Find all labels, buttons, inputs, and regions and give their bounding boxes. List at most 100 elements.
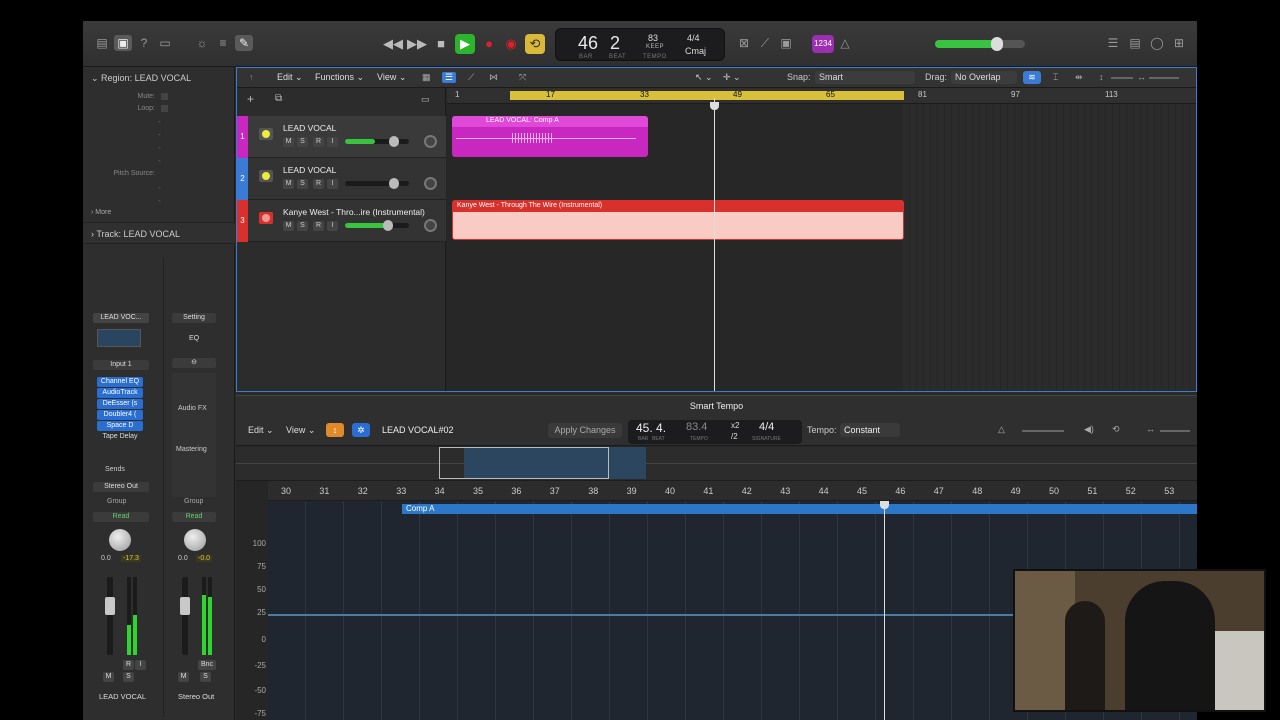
setting-slot[interactable]: Setting	[172, 313, 216, 323]
playhead[interactable]	[884, 501, 885, 720]
pan-knob[interactable]	[424, 177, 437, 190]
eq-thumbnail[interactable]	[97, 329, 141, 347]
track-row[interactable]: 2 LEAD VOCAL M S R I	[237, 158, 446, 200]
mute-button[interactable]: M	[103, 672, 114, 682]
inspector-icon[interactable]: ▣	[114, 35, 132, 51]
metronome-icon[interactable]: △	[998, 424, 1005, 435]
mixer-icon[interactable]: ≡	[214, 35, 232, 51]
edit-menu[interactable]: Edit ⌄	[277, 72, 303, 83]
automation-icon[interactable]: ⟋	[468, 72, 474, 83]
beat-region[interactable]: Kanye West - Through The Wire (Instrumen…	[452, 200, 904, 240]
track-name[interactable]: LEAD VOCAL	[283, 123, 336, 133]
up-arrow-icon[interactable]: ↑	[249, 72, 254, 82]
more-disclosure[interactable]: › More	[91, 209, 111, 216]
record-button[interactable]: ●	[479, 34, 499, 54]
pan-knob[interactable]	[109, 529, 131, 551]
edit-menu[interactable]: Edit ⌄	[248, 425, 274, 436]
height-icon[interactable]: ↕	[1099, 72, 1104, 82]
cycle-icon[interactable]: ⟲	[1112, 424, 1120, 435]
automation-mode[interactable]: Read	[93, 512, 149, 522]
tempo-mode-select[interactable]: Constant	[840, 423, 900, 437]
replace-icon[interactable]: ▣	[777, 35, 795, 51]
overview-strip[interactable]	[236, 447, 1197, 481]
track-volume-slider[interactable]	[345, 178, 409, 189]
record-enable-button[interactable]: R	[123, 660, 134, 670]
lcd-display[interactable]: 46 2 BAR BEAT 83 KEEP TEMPO 4/4 Cmaj	[555, 28, 725, 61]
rewind-button[interactable]: ◀◀	[383, 34, 403, 54]
group-slot[interactable]: Group	[107, 498, 126, 505]
record-enable-button[interactable]: R	[313, 137, 324, 147]
eq-slot[interactable]: EQ	[172, 334, 216, 344]
region-header[interactable]: ⌄ Region: LEAD VOCAL	[91, 73, 191, 84]
secondary-tool-icon[interactable]: ✛ ⌄	[723, 72, 741, 83]
vertical-zoom-slider[interactable]	[1111, 77, 1133, 79]
input-monitor-button[interactable]: I	[327, 221, 338, 231]
browser-icon[interactable]: ⊞	[1170, 35, 1188, 51]
timeline-ruler[interactable]: 1 17 33 49 65 81 97 113	[447, 88, 1196, 104]
mute-button[interactable]: M	[283, 179, 294, 189]
input-monitor-button[interactable]: I	[327, 179, 338, 189]
mute-button[interactable]: M	[283, 221, 294, 231]
view-menu[interactable]: View ⌄	[377, 72, 406, 83]
click-volume-slider[interactable]	[1022, 430, 1064, 432]
track-volume-slider[interactable]	[345, 136, 409, 147]
pan-knob[interactable]	[424, 135, 437, 148]
solo-button[interactable]: S	[297, 179, 308, 189]
record-enable-button[interactable]: R	[313, 179, 324, 189]
duplicate-track-icon[interactable]: ⧉	[275, 93, 287, 105]
drag-select[interactable]: No Overlap	[951, 71, 1017, 84]
waveform-zoom-icon[interactable]: ≋	[1023, 71, 1041, 84]
metronome-icon[interactable]: △	[836, 35, 854, 51]
horizontal-zoom-icon[interactable]: ↔	[1137, 72, 1146, 82]
smart-tempo-ruler[interactable]: 30 31 32 33 34 35 36 37 38 39 40 41 42 43 44 45 46 47 48 49…	[268, 481, 1197, 501]
mute-checkbox[interactable]	[161, 93, 168, 100]
master-volume-slider[interactable]	[935, 37, 1025, 51]
tempo-lcd-double[interactable]: x2	[731, 421, 739, 430]
toolbar-icon[interactable]: ▭	[156, 35, 174, 51]
tempo-set-icon[interactable]: ↕	[326, 423, 344, 437]
loop-checkbox[interactable]	[161, 105, 168, 112]
add-track-button[interactable]: +	[247, 93, 259, 105]
horizontal-zoom-slider[interactable]	[1149, 77, 1179, 79]
track-row[interactable]: 1 LEAD VOCAL M S R I	[237, 116, 446, 158]
apply-changes-button[interactable]: Apply Changes	[548, 423, 622, 438]
comp-lane[interactable]: Comp A	[402, 504, 1197, 514]
pin-icon[interactable]: ✲	[352, 423, 370, 437]
functions-menu[interactable]: Functions ⌄	[315, 72, 364, 83]
vocal-region[interactable]: LEAD VOCAL: Comp A	[452, 116, 648, 157]
plugin-slot[interactable]: Space D	[97, 421, 143, 431]
snap-select[interactable]: Smart	[815, 71, 915, 84]
bounce-button[interactable]: Bnc	[198, 660, 216, 670]
tempo-lcd[interactable]: 45. 4. BAR BEAT 83.4 TEMPO x2 /2 4/4 SIG…	[628, 420, 802, 444]
play-button[interactable]: ▶	[455, 34, 475, 54]
playhead-handle[interactable]	[710, 102, 719, 110]
mute-button[interactable]: M	[178, 672, 189, 682]
count-in-icon[interactable]: ⊠	[735, 35, 753, 51]
help-icon[interactable]: ?	[135, 35, 153, 51]
plugin-slot[interactable]: AudioTrack	[97, 388, 143, 398]
volume-fader-cap[interactable]	[105, 597, 115, 615]
track-header[interactable]: › Track: LEAD VOCAL	[83, 222, 235, 244]
input-monitor-button[interactable]: I	[327, 137, 338, 147]
playhead[interactable]	[714, 98, 715, 391]
track-name[interactable]: Kanye West - Thro...ire (Instrumental)	[283, 207, 425, 217]
tempo-lcd-half[interactable]: /2	[731, 432, 738, 441]
solo-button[interactable]: S	[123, 672, 134, 682]
vertical-zoom-icon[interactable]: ⌶	[1053, 72, 1058, 83]
mute-button[interactable]: M	[283, 137, 294, 147]
speaker-icon[interactable]: ◀)	[1084, 424, 1094, 435]
volume-fader-track[interactable]	[182, 577, 188, 655]
output-slot[interactable]: Stereo Out	[93, 482, 149, 492]
solo-button[interactable]: S	[297, 137, 308, 147]
plugin-slot[interactable]: Doubler4 (	[97, 410, 143, 420]
cycle-button[interactable]: ⟲	[525, 34, 545, 54]
flex-icon[interactable]: ⋈	[489, 72, 498, 83]
forward-button[interactable]: ▶▶	[407, 34, 427, 54]
plugin-slot[interactable]: Channel EQ	[97, 377, 143, 387]
group-slot[interactable]: Group	[184, 498, 203, 505]
library-icon[interactable]: ▤	[93, 35, 111, 51]
arrange-area[interactable]: 1 17 33 49 65 81 97 113 LEAD VOCAL: Comp…	[447, 88, 1196, 391]
pointer-tool-icon[interactable]: ↖ ⌄	[695, 72, 713, 83]
plugin-slot[interactable]: DeEsser (s	[97, 399, 143, 409]
smart-controls-icon[interactable]: ☼	[193, 35, 211, 51]
